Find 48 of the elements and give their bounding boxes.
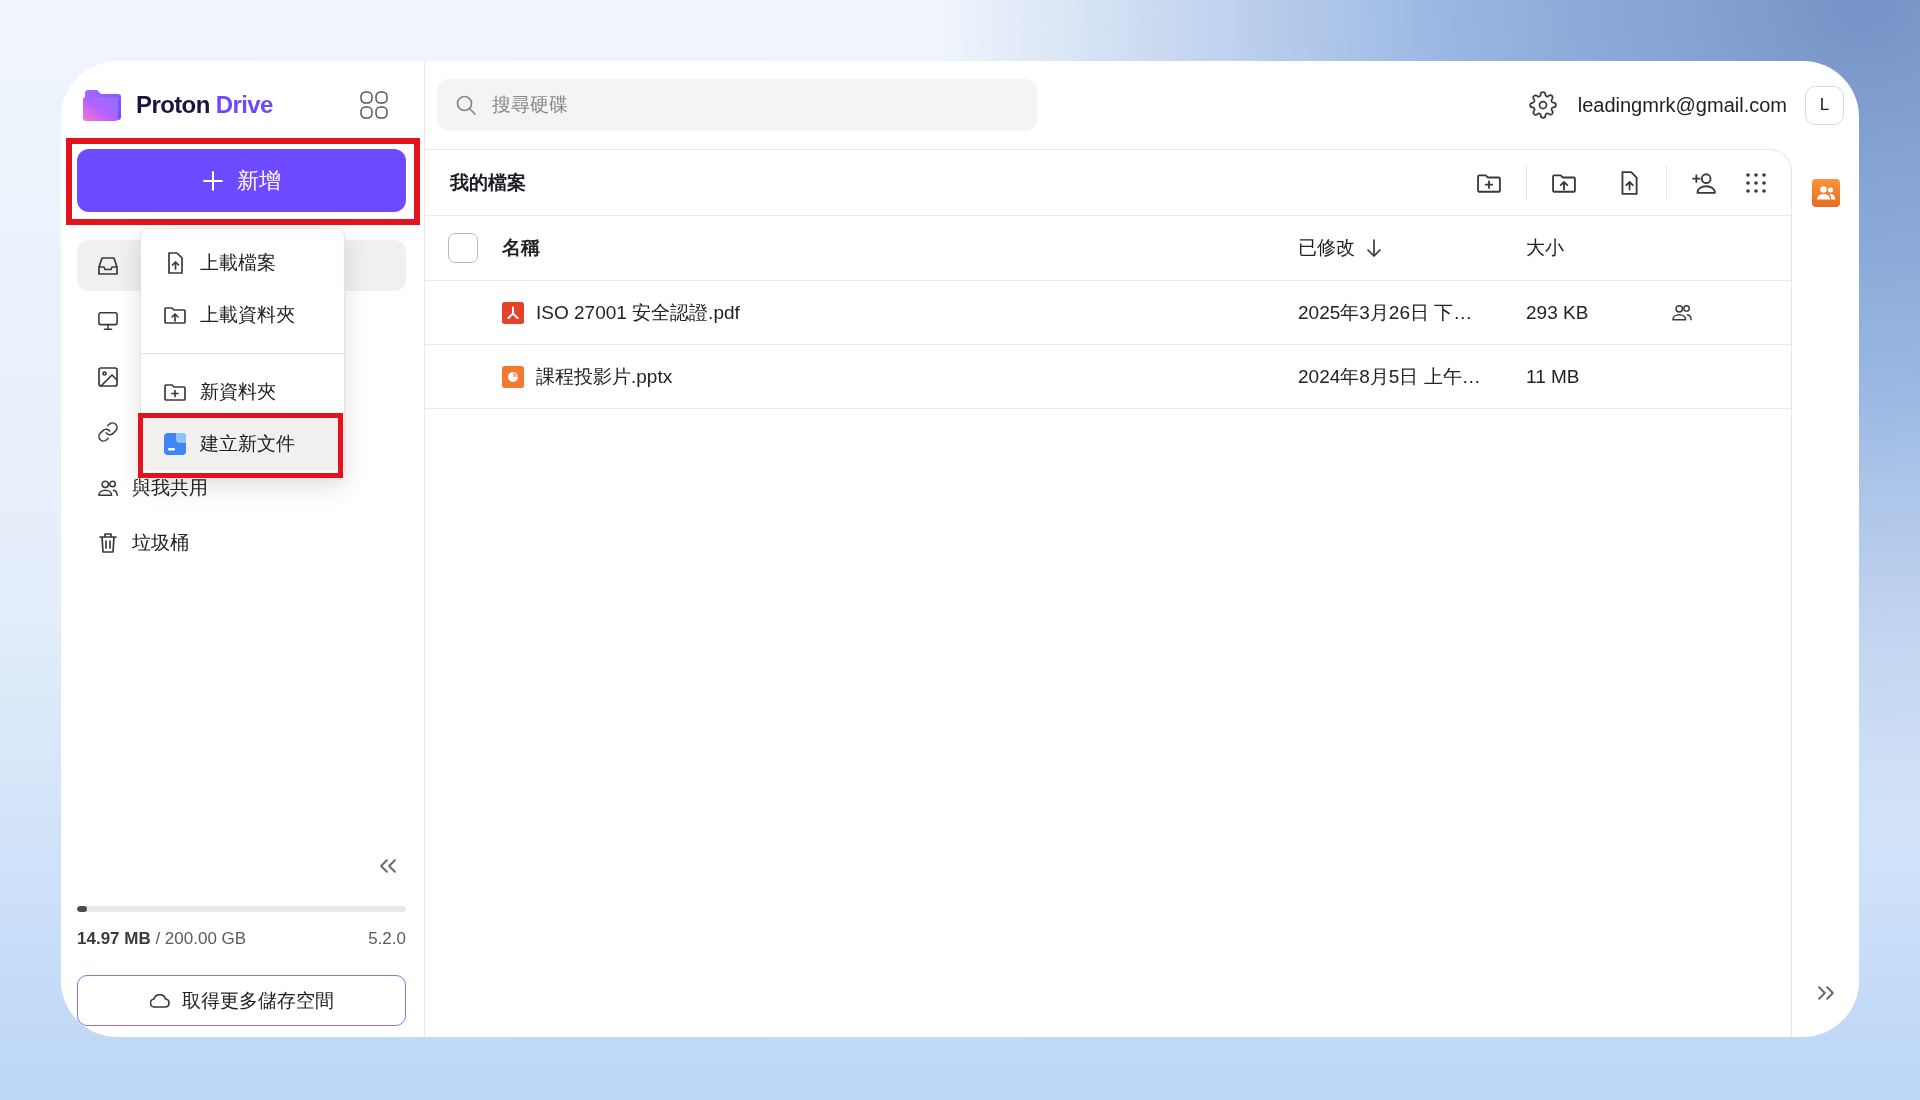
column-header[interactable]: 大小 [1526, 235, 1564, 261]
dots-grid-icon[interactable] [1746, 172, 1766, 193]
select-all-checkbox[interactable] [448, 233, 478, 263]
settings-icon[interactable] [1528, 91, 1557, 119]
chevrons-left-icon[interactable] [380, 858, 396, 874]
storage-usage: 14.97 MB / 200.00 GB [77, 929, 247, 949]
new-button[interactable]: 新增 [77, 149, 406, 212]
account-email[interactable]: leadingmrk@gmail.com [1577, 93, 1787, 117]
link-icon [98, 422, 118, 443]
modified-date: 2024年8月5日 上午… [1298, 364, 1481, 389]
trash-icon [98, 533, 118, 554]
menu-item[interactable]: 建立新文件 [141, 418, 344, 470]
account-avatar-button[interactable]: L [1805, 85, 1844, 125]
people-tile-icon[interactable] [1811, 179, 1840, 207]
apps-grid-icon[interactable] [360, 91, 388, 119]
folder-logo-icon [83, 89, 121, 121]
search-icon [456, 95, 476, 115]
column-header[interactable]: 已修改 [1298, 235, 1381, 261]
column-header[interactable]: 名稱 [502, 235, 540, 261]
folder-upload-icon [164, 304, 186, 326]
nav-item[interactable]: 垃圾桶 [77, 517, 406, 569]
folder-plus-icon [164, 381, 186, 403]
file-size: 293 KB [1526, 301, 1589, 324]
presentation-file-icon [502, 365, 524, 388]
file-row[interactable]: 課程投影片.pptx 2024年8月5日 上午… 11 MB [425, 345, 1791, 409]
version-label: 5.2.0 [368, 929, 406, 949]
inbox-tray-icon [98, 255, 118, 276]
image-icon [98, 366, 118, 387]
search-field[interactable]: 搜尋硬碟 [437, 79, 1037, 131]
plus-icon [202, 170, 223, 191]
menu-item[interactable]: 新資料夾 [141, 366, 344, 418]
users-icon [98, 477, 118, 498]
monitor-icon [98, 311, 118, 332]
document-icon [164, 433, 186, 455]
modified-date: 2025年3月26日 下… [1298, 300, 1473, 325]
cloud-icon [149, 993, 170, 1008]
menu-item[interactable]: 上載檔案 [141, 237, 344, 289]
pdf-file-icon [502, 301, 524, 324]
menu-item[interactable]: 上載資料夾 [141, 289, 344, 341]
file-name[interactable]: ISO 27001 安全認證.pdf [536, 299, 740, 326]
file-name[interactable]: 課程投影片.pptx [536, 363, 673, 390]
user-plus-icon[interactable] [1692, 170, 1716, 195]
file-size: 11 MB [1526, 365, 1580, 388]
file-row[interactable]: ISO 27001 安全認證.pdf 2025年3月26日 下… 293 KB [425, 281, 1791, 345]
folder-title: 我的檔案 [450, 170, 526, 195]
chevrons-right-icon[interactable] [1817, 985, 1834, 1001]
get-more-storage-button[interactable]: 取得更多儲存空間 [77, 975, 406, 1026]
logo-wordmark: Proton Drive [136, 91, 273, 119]
